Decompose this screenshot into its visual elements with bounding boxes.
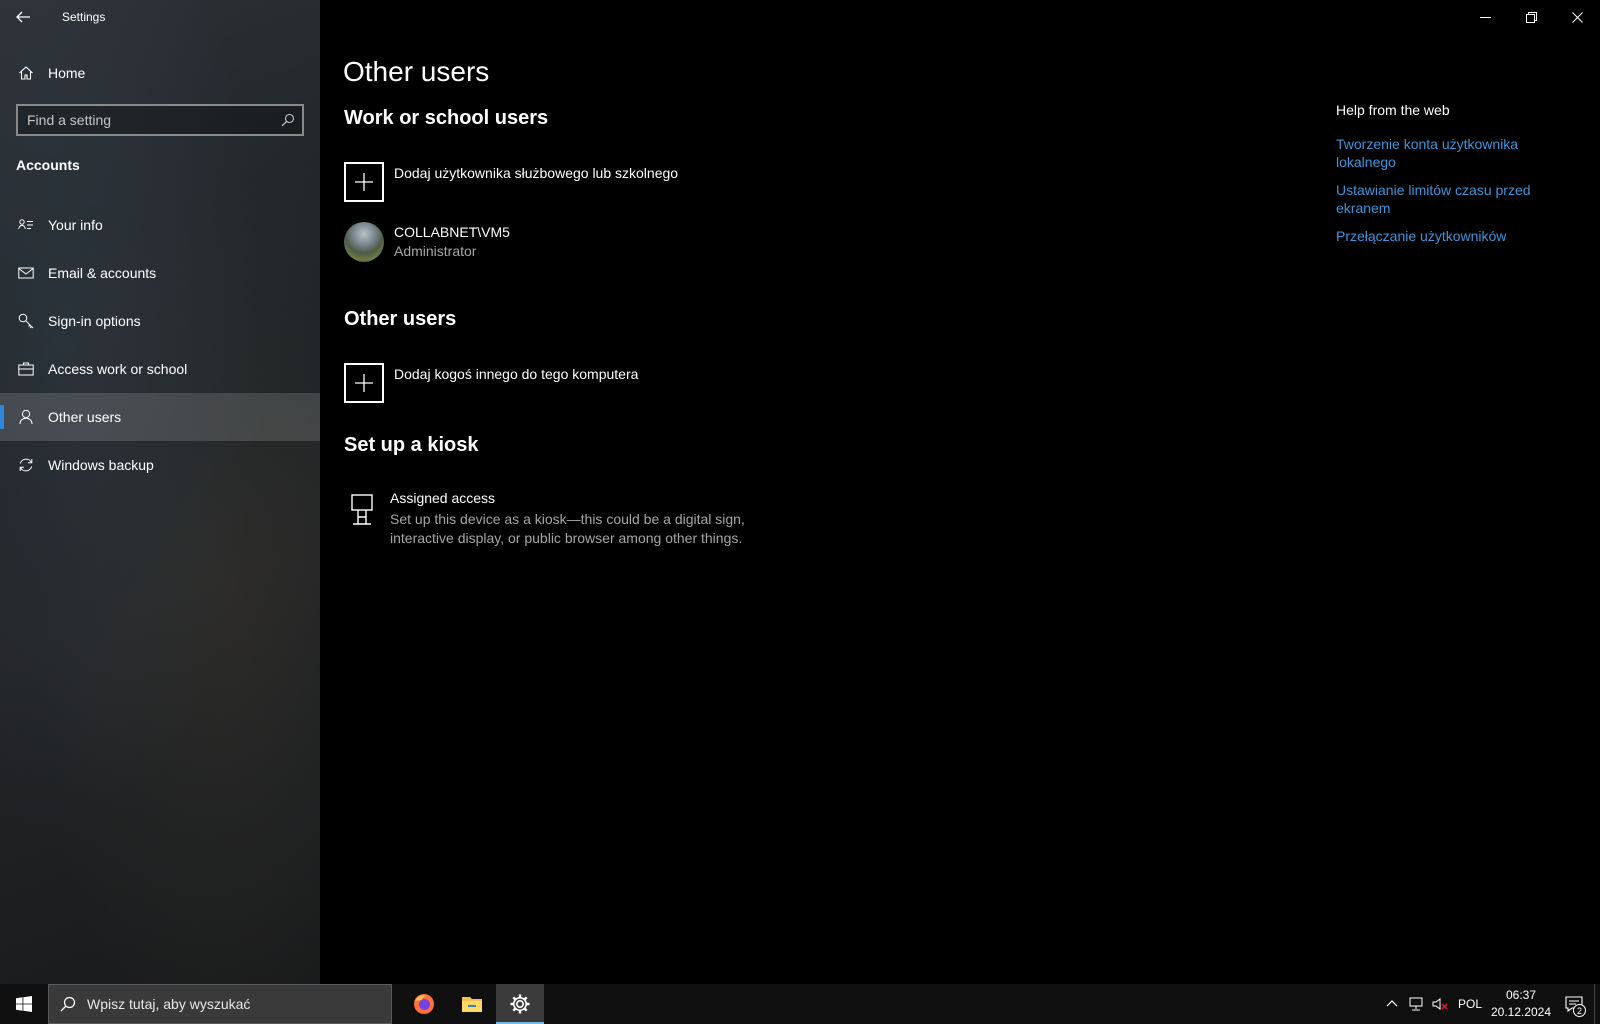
show-hidden-icons-button[interactable] xyxy=(1380,984,1404,1024)
plus-icon xyxy=(344,162,384,202)
nav-access-work-school[interactable]: Access work or school xyxy=(0,345,320,393)
accounts-section-label: Accounts xyxy=(16,157,80,173)
search-icon[interactable] xyxy=(274,113,302,127)
clock-time: 06:37 xyxy=(1505,988,1537,1002)
chevron-up-icon xyxy=(1386,1000,1398,1007)
help-title: Help from the web xyxy=(1336,102,1450,118)
home-icon xyxy=(17,64,35,82)
settings-search-input[interactable] xyxy=(18,112,274,128)
minimize-button[interactable] xyxy=(1462,0,1508,34)
action-center-button[interactable]: 2 xyxy=(1554,984,1594,1024)
minimize-icon xyxy=(1479,16,1491,18)
main-content: Other users Work or school users Dodaj u… xyxy=(320,0,1600,984)
volume-muted-icon xyxy=(1432,998,1448,1010)
help-link-create-local-account[interactable]: Tworzenie konta użytkownika lokalnego xyxy=(1336,135,1566,171)
nav-your-info-label: Your info xyxy=(48,217,103,233)
network-button[interactable] xyxy=(1404,984,1428,1024)
settings-search-box[interactable] xyxy=(16,104,304,136)
help-from-web-panel: Help from the web Tworzenie konta użytko… xyxy=(1336,102,1566,255)
assigned-access-title: Assigned access xyxy=(390,490,496,506)
restore-icon xyxy=(1525,11,1537,23)
taskbar: Wpisz tutaj, aby wyszukać POL 06:37 20.1… xyxy=(0,984,1600,1024)
network-icon xyxy=(1409,997,1423,1011)
key-icon xyxy=(17,312,35,330)
gear-icon xyxy=(510,994,530,1014)
nav-other-users-label: Other users xyxy=(48,409,122,425)
taskbar-search-placeholder: Wpisz tutaj, aby wyszukać xyxy=(87,996,251,1012)
nav-other-users[interactable]: Other users xyxy=(0,393,320,441)
user-account-item[interactable]: COLLABNET\VM5 Administrator xyxy=(344,222,510,262)
assigned-access-description: Set up this device as a kiosk—this could… xyxy=(390,511,745,546)
nav-email-accounts[interactable]: Email & accounts xyxy=(0,249,320,297)
clock[interactable]: 06:37 20.12.2024 xyxy=(1488,987,1554,1021)
firefox-taskbar-button[interactable] xyxy=(400,984,448,1024)
add-other-user-label: Dodaj kogoś innego do tego komputera xyxy=(394,366,639,382)
sidebar: Settings Home Accounts Your info Email &… xyxy=(0,0,320,984)
nav-home[interactable]: Home xyxy=(0,56,320,90)
start-button[interactable] xyxy=(0,984,48,1024)
nav-your-info[interactable]: Your info xyxy=(0,201,320,249)
language-indicator[interactable]: POL xyxy=(1452,997,1488,1011)
add-other-user-button[interactable]: Dodaj kogoś innego do tego komputera xyxy=(344,363,638,403)
file-explorer-taskbar-button[interactable] xyxy=(448,984,496,1024)
kiosk-heading: Set up a kiosk xyxy=(344,434,479,456)
user-name: COLLABNET\VM5 xyxy=(394,224,510,240)
add-work-school-user-button[interactable]: Dodaj użytkownika służbowego lub szkolne… xyxy=(344,162,678,202)
close-icon xyxy=(1571,11,1583,23)
help-link-screen-time-limits[interactable]: Ustawianie limitów czasu przed ekranem xyxy=(1336,181,1566,217)
briefcase-icon xyxy=(17,360,35,378)
system-tray: POL 06:37 20.12.2024 2 xyxy=(1380,984,1600,1024)
folder-icon xyxy=(462,997,482,1012)
title-bar: Settings xyxy=(0,0,320,34)
kiosk-icon xyxy=(344,490,380,526)
windows-logo-icon xyxy=(16,996,32,1012)
app-title: Settings xyxy=(62,10,106,24)
window-controls xyxy=(1462,0,1600,34)
nav-access-work-school-label: Access work or school xyxy=(48,361,188,377)
nav-windows-backup[interactable]: Windows backup xyxy=(0,441,320,489)
volume-button[interactable] xyxy=(1428,984,1452,1024)
taskbar-search-box[interactable]: Wpisz tutaj, aby wyszukać xyxy=(48,984,392,1024)
person-icon xyxy=(17,408,35,426)
nav-sign-in-options-label: Sign-in options xyxy=(48,313,141,329)
plus-icon xyxy=(344,363,384,403)
user-role: Administrator xyxy=(394,243,477,259)
restore-button[interactable] xyxy=(1508,0,1554,34)
add-work-school-user-label: Dodaj użytkownika służbowego lub szkolne… xyxy=(394,165,679,181)
page-title: Other users xyxy=(343,56,490,87)
firefox-icon xyxy=(414,994,434,1014)
mail-icon xyxy=(17,264,35,282)
search-icon xyxy=(49,996,87,1012)
back-button[interactable] xyxy=(0,0,46,34)
close-button[interactable] xyxy=(1554,0,1600,34)
nav-home-label: Home xyxy=(48,65,86,81)
contact-card-icon xyxy=(17,216,35,234)
nav-email-accounts-label: Email & accounts xyxy=(48,265,157,281)
nav-windows-backup-label: Windows backup xyxy=(48,457,154,473)
help-link-switch-users[interactable]: Przełączanie użytkowników xyxy=(1336,227,1566,245)
sync-icon xyxy=(17,456,35,474)
notification-count-badge: 2 xyxy=(1573,1004,1586,1017)
settings-taskbar-button[interactable] xyxy=(496,984,544,1024)
clock-date: 20.12.2024 xyxy=(1490,1005,1552,1019)
nav-sign-in-options[interactable]: Sign-in options xyxy=(0,297,320,345)
accounts-nav-list: Your info Email & accounts Sign-in optio… xyxy=(0,201,320,489)
back-arrow-icon xyxy=(16,11,30,23)
show-desktop-button[interactable] xyxy=(1594,984,1600,1024)
other-users-heading: Other users xyxy=(344,308,457,330)
work-school-heading: Work or school users xyxy=(344,107,549,129)
avatar xyxy=(344,222,384,262)
assigned-access-item[interactable]: Assigned access Set up this device as a … xyxy=(344,490,760,548)
